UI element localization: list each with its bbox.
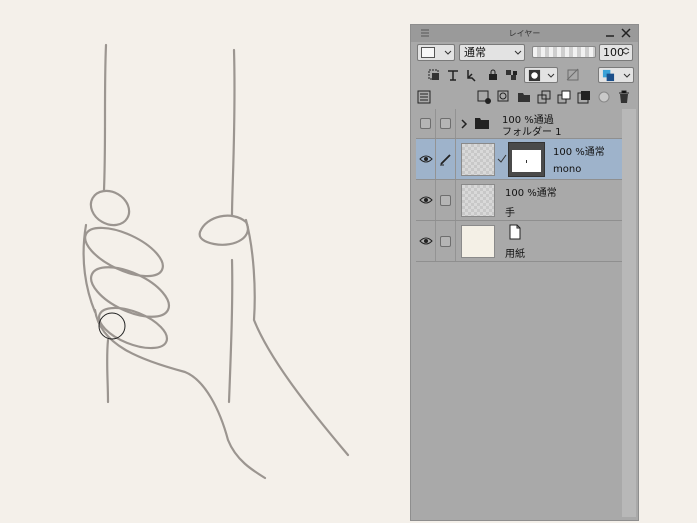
layer-blend: 100 %通常 <box>505 188 557 199</box>
layer-color-toggle[interactable] <box>598 67 634 83</box>
visibility-toggle[interactable] <box>416 109 436 138</box>
pen-icon <box>440 154 451 166</box>
chevron-down-icon <box>444 50 452 55</box>
hand-sketch <box>82 43 350 480</box>
layer-row-hand[interactable]: 100 %通常 手 <box>416 180 622 221</box>
blend-row: 通常 100 <box>411 42 638 64</box>
layer-row-paper[interactable]: 用紙 <box>416 221 622 262</box>
opacity-slider[interactable] <box>532 46 596 58</box>
paper-icon <box>509 224 521 240</box>
color-swatch <box>421 47 435 58</box>
opacity-input[interactable]: 100 <box>599 44 633 61</box>
mask-enable-select[interactable] <box>524 67 558 83</box>
edit-target-toggle[interactable] <box>436 109 456 138</box>
layer-name: mono <box>553 164 582 175</box>
layer-options-row <box>411 64 638 86</box>
visibility-toggle[interactable] <box>416 139 436 179</box>
mask-thumbnail[interactable] <box>508 142 545 177</box>
edit-checkbox[interactable] <box>440 118 451 129</box>
mask-apply-icon[interactable] <box>597 90 611 104</box>
visibility-toggle[interactable] <box>416 221 436 261</box>
check-icon <box>497 154 507 163</box>
edit-checkbox[interactable] <box>440 195 451 206</box>
transfer-down-icon[interactable] <box>537 90 551 104</box>
scrollbar[interactable] <box>622 109 636 517</box>
merge-down-icon[interactable] <box>557 90 571 104</box>
draft-icon[interactable] <box>465 68 479 82</box>
layer-name: 手 <box>505 208 515 219</box>
layer-name: 用紙 <box>505 249 525 260</box>
eye-icon[interactable] <box>419 154 433 164</box>
layer-thumbnail <box>461 143 495 176</box>
layer-row-mono[interactable]: 100 %通常 mono <box>416 139 622 180</box>
chevron-down-icon <box>623 73 631 78</box>
close-icon[interactable] <box>620 27 632 39</box>
edit-target-toggle[interactable] <box>436 180 456 220</box>
layer-color-icon <box>602 69 615 82</box>
chevron-down-icon <box>547 73 555 78</box>
reference-icon[interactable] <box>446 68 460 82</box>
eye-icon[interactable] <box>419 236 433 246</box>
spinner-icon <box>622 47 630 55</box>
drawing-canvas[interactable] <box>0 0 410 523</box>
blend-mode-value: 通常 <box>464 46 486 59</box>
new-folder-icon[interactable] <box>517 90 531 104</box>
edit-checkbox[interactable] <box>440 236 451 247</box>
chevron-right-icon[interactable] <box>461 119 468 129</box>
new-vector-icon[interactable] <box>497 90 511 104</box>
new-raster-icon[interactable] <box>477 90 491 104</box>
minimize-icon[interactable] <box>604 27 616 39</box>
mask-icon <box>528 69 541 82</box>
edit-target-toggle[interactable] <box>436 221 456 261</box>
layer-thumbnail <box>461 225 495 258</box>
panel-titlebar: レイヤー <box>411 25 638 42</box>
layer-thumbnail <box>461 184 495 217</box>
visibility-checkbox[interactable] <box>420 118 431 129</box>
layer-row-folder[interactable]: 100 %通過 フォルダー 1 <box>416 109 622 139</box>
eye-icon[interactable] <box>419 195 433 205</box>
delete-icon[interactable] <box>617 90 631 104</box>
layer-property-icon[interactable] <box>417 90 431 104</box>
mask-create-icon[interactable] <box>577 90 591 104</box>
lock-transparent-icon[interactable] <box>505 68 519 82</box>
clip-icon[interactable] <box>427 68 441 82</box>
chevron-down-icon <box>514 50 522 55</box>
blend-mode-select[interactable]: 通常 <box>459 44 525 61</box>
folder-icon <box>475 118 489 129</box>
edit-target-toggle[interactable] <box>436 139 456 179</box>
layer-color-select[interactable] <box>417 44 455 61</box>
opacity-value: 100 <box>603 46 624 59</box>
layer-name: フォルダー 1 <box>502 127 562 138</box>
layer-panel: レイヤー 通常 100 100 %通過 フォルダー 1 100 %通常 mono… <box>410 24 639 521</box>
mask-hide-icon[interactable] <box>566 68 580 82</box>
layer-blend: 100 %通常 <box>553 147 605 158</box>
action-row <box>411 86 638 108</box>
layer-list: 100 %通過 フォルダー 1 100 %通常 mono 100 %通常 手 用… <box>416 109 622 262</box>
lock-icon[interactable] <box>486 68 500 82</box>
visibility-toggle[interactable] <box>416 180 436 220</box>
